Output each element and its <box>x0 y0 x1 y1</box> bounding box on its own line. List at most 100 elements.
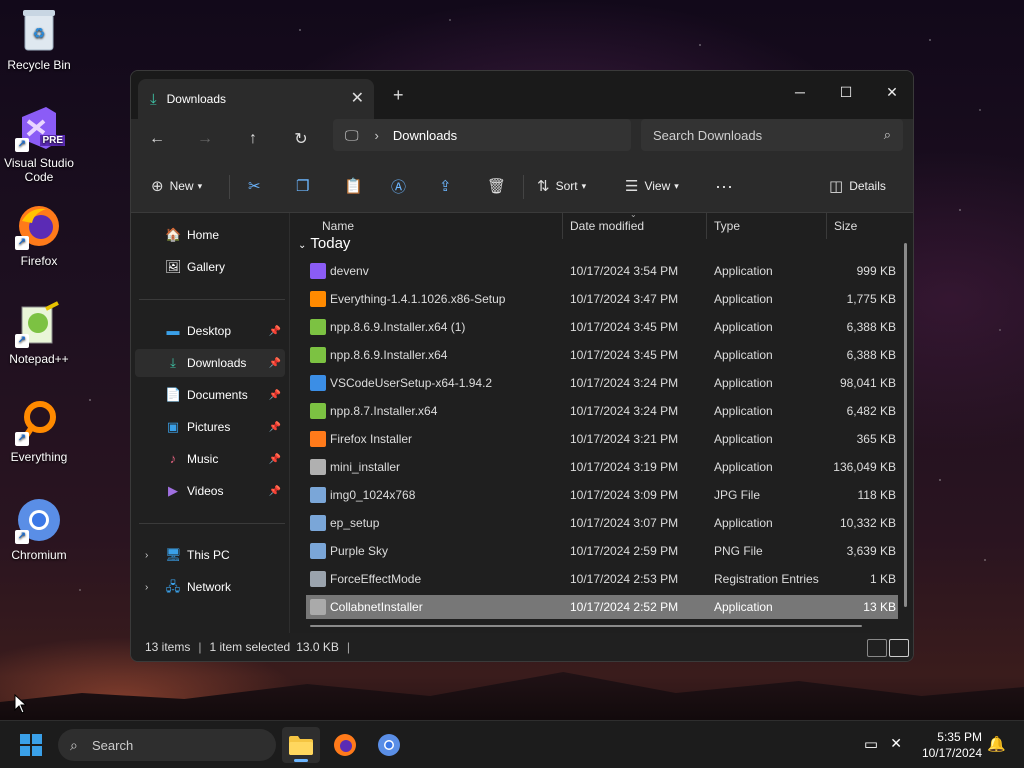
sort-button[interactable]: ⇅ Sort ▾ <box>537 175 586 197</box>
table-row[interactable]: CollabnetInstaller 10/17/2024 2:52 PM Appl… <box>306 595 898 619</box>
new-button[interactable]: ⊕ New ▾ <box>151 175 202 197</box>
document-icon: 📄 <box>165 387 182 402</box>
table-row[interactable]: img0_1024x768 10/17/2024 3:09 PM JPG File 1… <box>306 483 898 507</box>
share-button[interactable]: ⇪ <box>439 175 458 197</box>
table-row[interactable]: VSCodeUserSetup-x64-1.94.2 10/17/2024 3:2… <box>306 371 898 395</box>
music-icon: ♪ <box>169 451 177 466</box>
breadcrumb-downloads[interactable]: Downloads <box>393 128 457 143</box>
paste-button[interactable]: 📋 <box>344 175 369 197</box>
start-button[interactable] <box>12 727 50 763</box>
table-row[interactable]: npp.8.7.Installer.x64 10/17/2024 3:24 PM A… <box>306 399 898 423</box>
sidebar-item-this-pc[interactable]: › 🖥 This PC <box>135 541 285 569</box>
taskbar-chromium[interactable] <box>370 727 408 763</box>
desktop-icon-label: Firefox <box>20 254 58 268</box>
more-options-button[interactable]: ··· <box>715 175 733 197</box>
file-icon <box>310 543 326 559</box>
file-name: Everything-1.4.1.1026.x86-Setup <box>330 292 506 306</box>
cut-button[interactable]: ✂ <box>248 175 267 197</box>
delete-button[interactable]: 🗑 <box>487 175 512 197</box>
sidebar-item-desktop[interactable]: ▬ Desktop 📌 <box>135 317 285 345</box>
new-tab-button[interactable]: + <box>393 85 404 106</box>
sidebar-item-network[interactable]: › 🖧 Network <box>135 573 285 601</box>
command-bar: ⊕ New ▾ ✂ ❐ 📋 Ⓐ ⇪ 🗑 ⇅ Sort ▾ ☰ View ▾ ··… <box>131 159 913 213</box>
file-type: PNG File <box>714 544 763 558</box>
details-pane-button[interactable]: ◫ Details <box>829 175 886 197</box>
taskbar-search[interactable]: ⌕ Search <box>58 729 276 761</box>
file-type: Application <box>714 264 773 278</box>
column-header-size[interactable]: Size <box>834 213 857 239</box>
table-row[interactable]: Everything-1.4.1.1026.x86-Setup 10/17/202… <box>306 287 898 311</box>
column-separator[interactable] <box>706 213 707 239</box>
desktop-icon-notepadpp[interactable]: ↗ Notepad++ <box>0 300 78 366</box>
notification-bell-icon[interactable]: 🔔 <box>987 735 1006 753</box>
table-row[interactable]: ep_setup 10/17/2024 3:07 PM Application 10,… <box>306 511 898 535</box>
sidebar-item-gallery[interactable]: 🖼 Gallery <box>135 253 285 281</box>
chevron-right-icon[interactable]: › <box>145 582 148 593</box>
maximize-button[interactable]: ☐ <box>823 77 869 107</box>
column-header-type[interactable]: Type <box>714 213 740 239</box>
desktop-icon-vscode[interactable]: PRE ↗ Visual Studio Code <box>0 104 78 184</box>
chevron-right-icon[interactable]: › <box>145 550 148 561</box>
search-box[interactable]: Search Downloads ⌕ <box>641 119 903 151</box>
sidebar-item-pictures[interactable]: ▣ Pictures 📌 <box>135 413 285 441</box>
table-row[interactable]: ForceEffectMode 10/17/2024 2:53 PM Registr… <box>306 567 898 591</box>
tiles-view-button[interactable] <box>889 639 909 657</box>
close-tab-icon[interactable]: ✕ <box>351 88 364 108</box>
close-window-button[interactable]: ✕ <box>869 77 913 107</box>
tab-downloads[interactable]: ⤓ Downloads ✕ <box>138 79 374 119</box>
pin-icon: 📌 <box>268 421 281 433</box>
horizontal-scrollbar[interactable] <box>310 625 862 627</box>
status-bar: 13 items | 1 item selected 13.0 KB | <box>131 633 913 661</box>
sidebar-item-documents[interactable]: 📄 Documents 📌 <box>135 381 285 409</box>
copy-button[interactable]: ❐ <box>296 175 315 197</box>
column-separator[interactable] <box>826 213 827 239</box>
desktop-icon-everything[interactable]: ↗ Everything <box>0 398 78 464</box>
desktop-icon-firefox[interactable]: ↗ Firefox <box>0 202 78 268</box>
table-row[interactable]: Firefox Installer 10/17/2024 3:21 PM Appli… <box>306 427 898 451</box>
search-icon: ⌕ <box>883 127 891 142</box>
sidebar-item-downloads[interactable]: ⤓ Downloads 📌 <box>135 349 285 377</box>
file-icon <box>310 515 326 531</box>
videos-icon: ▶ <box>168 483 178 498</box>
column-separator[interactable] <box>562 213 563 239</box>
address-bar[interactable]: 🖵 › Downloads <box>333 119 631 151</box>
details-pane-icon: ◫ <box>829 178 844 195</box>
group-header-today[interactable]: ⌄ Today <box>298 235 350 252</box>
volume-muted-icon[interactable]: ✕ <box>890 735 902 752</box>
desktop-icon-label: Chromium <box>11 548 67 562</box>
desktop-icon-chromium[interactable]: ↗ Chromium <box>0 496 78 562</box>
rename-icon: Ⓐ <box>391 178 407 196</box>
view-button[interactable]: ☰ View ▾ <box>625 175 679 197</box>
firefox-icon <box>334 734 356 756</box>
table-row[interactable]: Purple Sky 10/17/2024 2:59 PM PNG File 3,63… <box>306 539 898 563</box>
file-icon <box>310 403 326 419</box>
navigation-pane: 🏠 Home 🖼 Gallery ▬ Desktop 📌 ⤓ Downloads 📌 📄 Do… <box>131 213 289 633</box>
taskbar: ⌕ Search ▭ ✕ 5:35 PM 10/17/2024 🔔 <box>0 720 1024 768</box>
vertical-scrollbar[interactable] <box>904 243 907 607</box>
file-name: npp.8.6.9.Installer.x64 <box>330 348 448 362</box>
mouse-cursor-icon <box>14 694 26 714</box>
share-icon: ⇪ <box>439 178 452 195</box>
view-list-icon: ☰ <box>625 178 639 195</box>
network-tray-icon[interactable]: ▭ <box>864 735 878 753</box>
table-row[interactable]: devenv 10/17/2024 3:54 PM Application 999 K… <box>306 259 898 283</box>
clock[interactable]: 5:35 PM 10/17/2024 <box>922 729 982 761</box>
sidebar-item-home[interactable]: 🏠 Home <box>135 221 285 249</box>
sort-indicator-icon: ⌄ <box>630 210 637 219</box>
sidebar-item-music[interactable]: ♪ Music 📌 <box>135 445 285 473</box>
table-row[interactable]: mini_installer 10/17/2024 3:19 PM Applicat… <box>306 455 898 479</box>
table-row[interactable]: npp.8.6.9.Installer.x64 (1) 10/17/2024 3:… <box>306 315 898 339</box>
rename-button[interactable]: Ⓐ <box>391 175 412 197</box>
table-row[interactable]: npp.8.6.9.Installer.x64 10/17/2024 3:45 P… <box>306 343 898 367</box>
minimize-button[interactable]: ─ <box>777 77 823 107</box>
navigation-bar: ← → ↑ ↻ 🖵 › Downloads Search Downloads ⌕ <box>131 119 913 159</box>
sidebar-item-videos[interactable]: ▶ Videos 📌 <box>135 477 285 505</box>
taskbar-firefox[interactable] <box>326 727 364 763</box>
taskbar-file-explorer[interactable] <box>282 727 320 763</box>
desktop-icon-label: Everything <box>10 450 68 464</box>
scissors-icon: ✂ <box>248 178 261 195</box>
chevron-down-icon: ▾ <box>674 180 679 191</box>
details-view-button[interactable] <box>867 639 887 657</box>
desktop-icon-recycle-bin[interactable]: ♻ Recycle Bin <box>0 6 78 72</box>
desktop-icon-label: Visual Studio Code <box>4 156 74 184</box>
